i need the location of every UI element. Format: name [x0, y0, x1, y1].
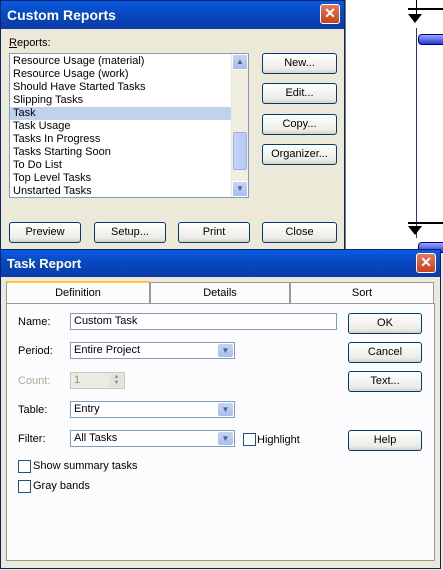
chevron-down-icon[interactable]: ▼	[218, 403, 233, 416]
highlight-label: Highlight	[257, 434, 300, 446]
filter-value: All Tasks	[74, 432, 118, 444]
gantt-arrow-icon	[408, 226, 422, 235]
gantt-summary-bar	[418, 34, 443, 45]
preview-button[interactable]: Preview	[9, 222, 81, 243]
new-button[interactable]: New...	[262, 53, 337, 74]
list-item[interactable]: Tasks Starting Soon	[10, 146, 231, 159]
scroll-down-icon[interactable]: ▼	[232, 181, 248, 197]
edit-button[interactable]: Edit...	[262, 83, 337, 104]
filter-label: Filter:	[18, 433, 46, 445]
list-item[interactable]: Unstarted Tasks	[10, 185, 231, 197]
count-value: 1	[74, 374, 81, 386]
close-icon[interactable]: ✕	[416, 253, 436, 273]
gantt-connector	[408, 222, 443, 224]
list-item[interactable]: Task	[10, 107, 231, 120]
tab-sort[interactable]: Sort	[290, 282, 434, 303]
cancel-button[interactable]: Cancel	[348, 342, 422, 363]
gray-bands-label: Gray bands	[33, 480, 90, 492]
list-scrollbar[interactable]: ▲ ▼	[231, 54, 248, 197]
show-summary-checkbox[interactable]	[18, 460, 31, 473]
ok-button[interactable]: OK	[348, 313, 422, 334]
list-item[interactable]: Should Have Started Tasks	[10, 81, 231, 94]
list-item[interactable]: To Do List	[10, 159, 231, 172]
list-item[interactable]: Slipping Tasks	[10, 94, 231, 107]
close-button[interactable]: Close	[262, 222, 337, 243]
tab-definition[interactable]: Definition	[6, 281, 150, 303]
dialog-title: Task Report	[1, 250, 440, 277]
custom-reports-dialog: Custom Reports ✕ Reports: Resource Usage…	[0, 0, 345, 250]
gray-bands-checkbox[interactable]	[18, 480, 31, 493]
copy-button[interactable]: Copy...	[262, 114, 337, 135]
chevron-down-icon[interactable]: ▼	[218, 344, 233, 357]
organizer-button[interactable]: Organizer...	[262, 144, 337, 165]
name-label: Name:	[18, 316, 51, 328]
count-spinner: 1 ▲ ▼	[70, 372, 125, 389]
count-label: Count:	[18, 375, 51, 387]
gantt-connector	[408, 8, 443, 10]
text-button[interactable]: Text...	[348, 371, 422, 392]
background-gantt-chart	[345, 0, 443, 253]
reports-list[interactable]: Resource Usage (material) Resource Usage …	[9, 53, 249, 198]
tab-details[interactable]: Details	[150, 282, 290, 303]
scroll-up-icon[interactable]: ▲	[232, 54, 248, 70]
list-item[interactable]: Resource Usage (work)	[10, 68, 231, 81]
list-item[interactable]: Top Level Tasks	[10, 172, 231, 185]
print-button[interactable]: Print	[178, 222, 250, 243]
dialog-title: Custom Reports	[1, 1, 344, 29]
setup-button[interactable]: Setup...	[94, 222, 166, 243]
gantt-line	[416, 28, 417, 238]
tab-strip: Definition Details Sort	[6, 281, 436, 304]
gantt-arrow-icon	[408, 14, 422, 23]
scroll-thumb[interactable]	[233, 132, 247, 170]
highlight-checkbox[interactable]	[243, 433, 256, 446]
list-item[interactable]: Task Usage	[10, 120, 231, 133]
close-icon[interactable]: ✕	[320, 4, 340, 24]
name-field[interactable]: Custom Task	[70, 313, 337, 330]
list-item[interactable]: Resource Usage (material)	[10, 55, 231, 68]
period-value: Entire Project	[74, 344, 141, 356]
filter-select[interactable]: All Tasks ▼	[70, 430, 235, 447]
list-item[interactable]: Tasks In Progress	[10, 133, 231, 146]
table-value: Entry	[74, 403, 100, 415]
period-select[interactable]: Entire Project ▼	[70, 342, 235, 359]
period-label: Period:	[18, 345, 53, 357]
table-label: Table:	[18, 404, 48, 416]
show-summary-label: Show summary tasks	[33, 460, 138, 472]
chevron-down-icon[interactable]: ▼	[218, 432, 233, 445]
help-button[interactable]: Help	[348, 430, 422, 451]
table-select[interactable]: Entry ▼	[70, 401, 235, 418]
reports-label: Reports:	[9, 37, 51, 49]
spinner-arrows-icon: ▲ ▼	[110, 374, 123, 387]
